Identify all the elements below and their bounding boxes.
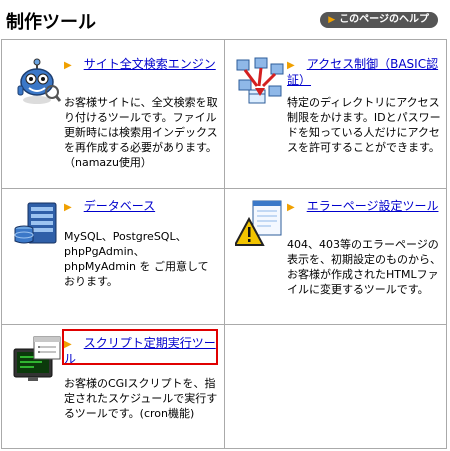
arrow-right-icon: ▶: [328, 15, 336, 25]
scheduler-monitor-icon: [12, 335, 62, 385]
arrow-right-icon: ▶: [287, 60, 295, 71]
warning-page-icon: [233, 199, 285, 249]
highlight-box: [62, 329, 218, 365]
tool-description: お客様のCGIスクリプトを、指定されたスケジュールで実行するツールです。(cro…: [64, 377, 218, 420]
tool-link-error-page[interactable]: ▶ エラーページ設定ツール: [287, 199, 441, 215]
arrow-right-icon: ▶: [64, 60, 72, 71]
arrow-right-icon: ▶: [64, 202, 72, 213]
tool-cell-search: ▶ サイト全文検索エンジン お客様サイトに、全文検索を取り付けるツールです。ファイ…: [2, 40, 224, 188]
help-button[interactable]: ▶ このページのヘルプ: [320, 12, 438, 28]
help-button-label: このページのヘルプ: [339, 14, 429, 25]
tool-link-search[interactable]: ▶ サイト全文検索エンジン: [64, 57, 218, 73]
tool-description: 特定のディレクトリにアクセス制限をかけます。IDとパスワードを知っている人だけに…: [287, 96, 441, 154]
page-title: 制作ツール: [6, 12, 96, 33]
tool-cell-error-page: ▶ エラーページ設定ツール 404、403等のエラーページの表示を、初期設定のもの…: [225, 189, 447, 324]
access-control-icon: [235, 56, 285, 106]
database-server-icon: [12, 199, 62, 249]
tools-grid: ▶ サイト全文検索エンジン お客様サイトに、全文検索を取り付けるツールです。ファイ…: [1, 39, 447, 449]
tool-description: 404、403等のエラーページの表示を、初期設定のものから、お客様が作成されたH…: [287, 238, 441, 296]
arrow-right-icon: ▶: [287, 202, 295, 213]
empty-cell: [225, 325, 447, 450]
tool-description: お客様サイトに、全文検索を取り付けるツールです。ファイル更新時には検索用インデッ…: [64, 96, 218, 169]
tool-link-database[interactable]: ▶ データベース: [64, 199, 218, 215]
tool-link-access-control[interactable]: ▶ アクセス制御（BASIC認証）: [287, 57, 441, 88]
tool-description: MySQL、PostgreSQL、phpPgAdmin、 phpMyAdmin …: [64, 230, 209, 288]
tool-cell-database: ▶ データベース MySQL、PostgreSQL、phpPgAdmin、 php…: [2, 189, 224, 324]
search-engine-robot-icon: [12, 56, 62, 106]
tool-cell-access-control: ▶ アクセス制御（BASIC認証） 特定のディレクトリにアクセス制限をかけます。I…: [225, 40, 447, 188]
